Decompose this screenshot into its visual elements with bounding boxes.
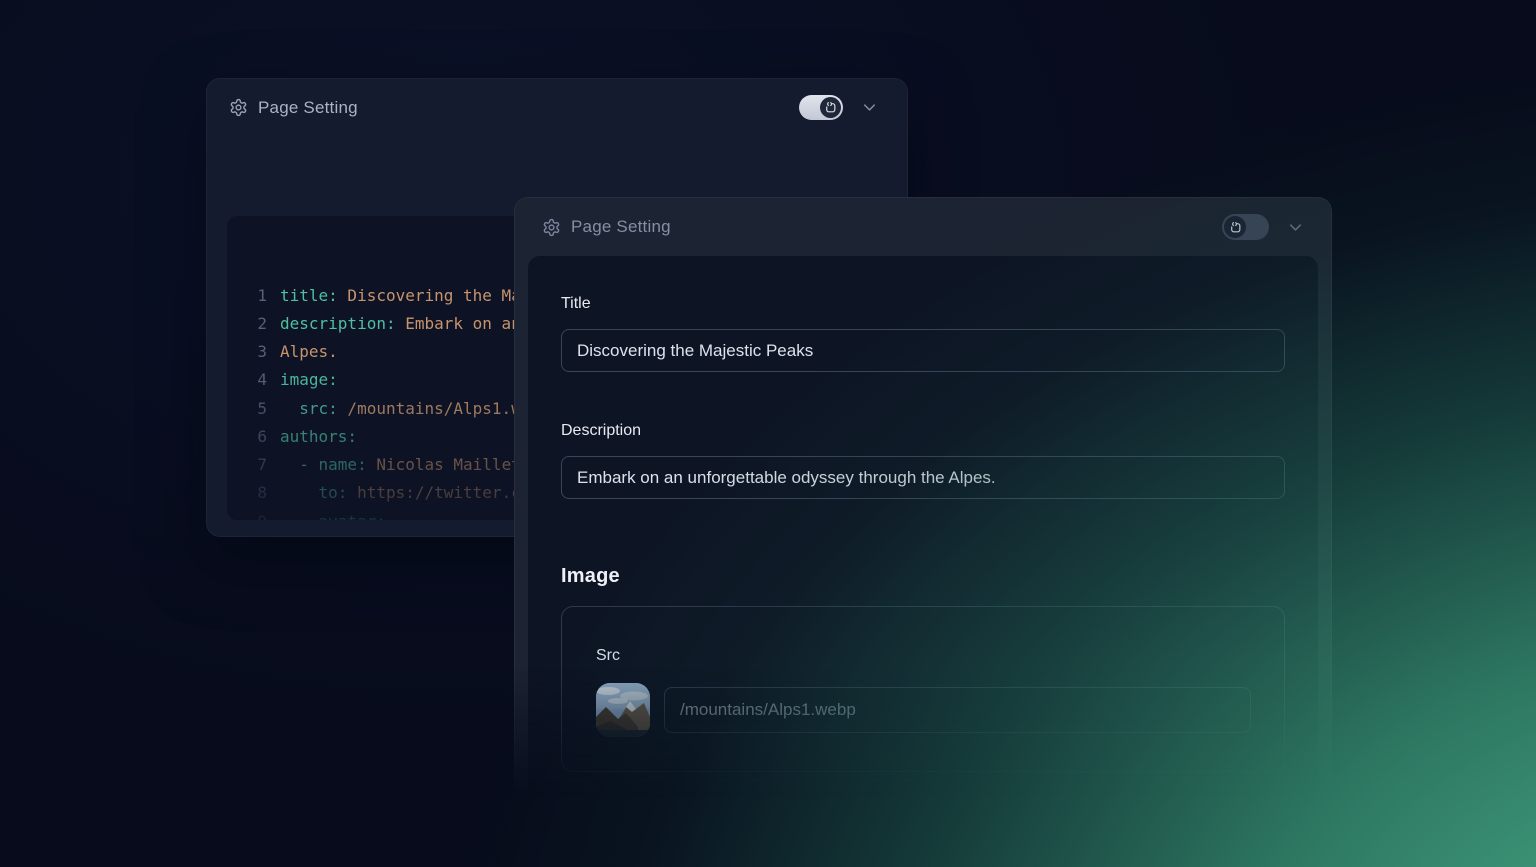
panel-header: Page Setting — [515, 198, 1331, 256]
image-section-heading: Image — [561, 563, 1285, 589]
title-input[interactable] — [561, 329, 1285, 372]
panel-title: Page Setting — [258, 98, 358, 118]
description-label: Description — [561, 420, 1285, 442]
title-label: Title — [561, 293, 1285, 315]
mountain-photo — [596, 683, 650, 737]
code-view-toggle[interactable] — [1222, 214, 1269, 240]
toggle-knob — [1224, 216, 1246, 238]
chevron-down-icon[interactable] — [860, 98, 879, 117]
code-square-icon — [1229, 221, 1242, 234]
image-thumbnail[interactable] — [596, 683, 650, 737]
gear-icon — [542, 218, 561, 237]
page-setting-panel-form-view: Page Setting Title Description Image Src — [514, 197, 1332, 797]
image-src-input[interactable] — [664, 687, 1251, 733]
gear-icon — [229, 98, 248, 117]
toggle-knob — [820, 97, 841, 118]
page-setting-form: Title Description Image Src — [528, 256, 1318, 796]
image-group-box: Src — [561, 606, 1285, 772]
code-view-toggle[interactable] — [799, 95, 843, 120]
description-input[interactable] — [561, 456, 1285, 499]
code-square-icon — [824, 101, 837, 114]
chevron-down-icon[interactable] — [1286, 218, 1305, 237]
panel-header: Page Setting — [207, 79, 907, 136]
src-label: Src — [596, 645, 1251, 667]
panel-title: Page Setting — [571, 217, 671, 237]
